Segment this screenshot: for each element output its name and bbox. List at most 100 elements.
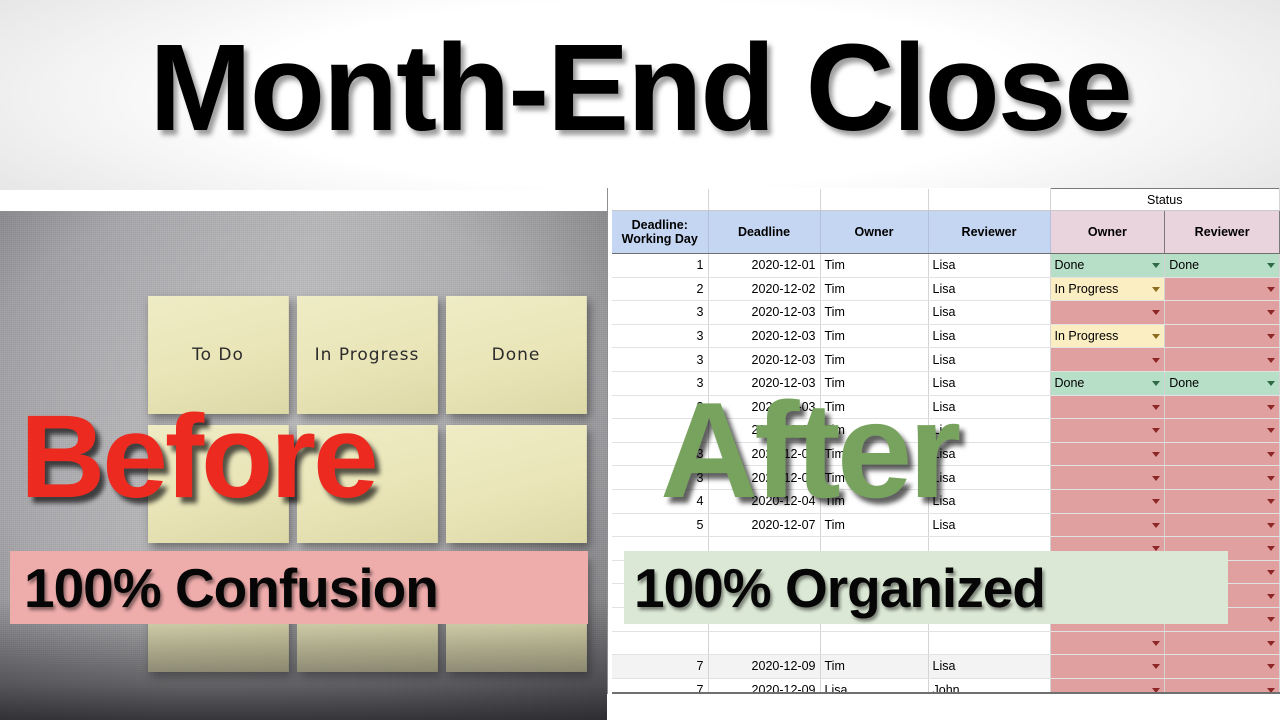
cell-reviewer[interactable]: Lisa — [928, 324, 1051, 349]
cell-working-day[interactable]: 3 — [612, 300, 709, 325]
cell-status-owner[interactable] — [1049, 347, 1166, 372]
cell-reviewer[interactable]: Lisa — [928, 253, 1051, 278]
cell-owner[interactable]: Tim — [820, 253, 929, 278]
table-row[interactable]: 3 2020-12-03 Tim Lisa In Progress — [612, 324, 1280, 349]
cell-status-reviewer[interactable] — [1164, 300, 1280, 325]
table-row[interactable]: 1 2020-12-01 Tim Lisa Done Done — [612, 253, 1280, 278]
chevron-down-icon[interactable] — [1152, 263, 1161, 269]
chevron-down-icon[interactable] — [1152, 664, 1161, 670]
cell-status-reviewer[interactable] — [1164, 631, 1280, 656]
cell-reviewer[interactable]: Lisa — [928, 347, 1051, 372]
chevron-down-icon[interactable] — [1152, 381, 1161, 387]
after-banner: 100% Organized — [624, 551, 1228, 624]
chevron-down-icon[interactable] — [1267, 452, 1275, 458]
cell-status-owner[interactable]: Done — [1049, 253, 1166, 278]
cell-status-owner[interactable] — [1049, 654, 1166, 679]
cell-status-owner[interactable] — [1049, 465, 1166, 490]
chevron-down-icon[interactable] — [1152, 452, 1161, 458]
cell-deadline[interactable]: 2020-12-02 — [708, 277, 821, 302]
table-row[interactable] — [612, 631, 1280, 656]
cell-status-reviewer[interactable] — [1164, 442, 1280, 467]
table-row[interactable]: 7 2020-12-09 Tim Lisa — [612, 654, 1280, 679]
chevron-down-icon[interactable] — [1267, 499, 1275, 505]
cell-deadline[interactable] — [708, 631, 821, 656]
cell-owner[interactable]: Tim — [820, 347, 929, 372]
chevron-down-icon[interactable] — [1152, 428, 1161, 434]
cell-status-reviewer[interactable]: Done — [1164, 253, 1280, 278]
cell-deadline[interactable]: 2020-12-01 — [708, 253, 821, 278]
sheet-bottom-edge — [612, 692, 1280, 694]
cell-deadline[interactable]: 2020-12-03 — [708, 324, 821, 349]
cell-status-owner[interactable]: In Progress — [1049, 277, 1166, 302]
cell-reviewer[interactable] — [928, 631, 1051, 656]
cell-owner[interactable]: Tim — [820, 300, 929, 325]
table-row[interactable]: 3 2020-12-03 Tim Lisa — [612, 347, 1280, 372]
chevron-down-icon[interactable] — [1152, 475, 1161, 481]
chevron-down-icon[interactable] — [1267, 310, 1275, 316]
cell-working-day[interactable]: 3 — [612, 324, 709, 349]
cell-owner[interactable]: Tim — [820, 324, 929, 349]
cell-status-reviewer[interactable] — [1164, 324, 1280, 349]
chevron-down-icon[interactable] — [1267, 475, 1275, 481]
cell-working-day[interactable]: 2 — [612, 277, 709, 302]
cell-status-reviewer[interactable] — [1164, 395, 1280, 420]
cell-working-day[interactable]: 3 — [612, 347, 709, 372]
cell-status-owner[interactable] — [1049, 513, 1166, 538]
spacer-cell-4 — [928, 188, 1051, 211]
cell-deadline[interactable]: 2020-12-03 — [708, 300, 821, 325]
chevron-down-icon[interactable] — [1267, 664, 1275, 670]
chevron-down-icon[interactable] — [1152, 404, 1161, 410]
chevron-down-icon[interactable] — [1267, 640, 1275, 646]
chevron-down-icon[interactable] — [1267, 546, 1275, 552]
chevron-down-icon[interactable] — [1152, 357, 1161, 363]
chevron-down-icon[interactable] — [1267, 381, 1275, 387]
cell-status-reviewer[interactable] — [1164, 277, 1280, 302]
cell-reviewer[interactable]: Lisa — [928, 277, 1051, 302]
cell-owner[interactable]: Tim — [820, 277, 929, 302]
cell-status-reviewer[interactable] — [1164, 418, 1280, 443]
cell-deadline[interactable]: 2020-12-09 — [708, 654, 821, 679]
chevron-down-icon[interactable] — [1267, 286, 1275, 292]
cell-status-reviewer[interactable] — [1164, 347, 1280, 372]
cell-working-day[interactable] — [612, 631, 709, 656]
column-header-reviewer: Reviewer — [928, 210, 1051, 254]
cell-working-day[interactable]: 7 — [612, 654, 709, 679]
chevron-down-icon[interactable] — [1267, 263, 1275, 269]
cell-status-owner[interactable]: Done — [1049, 371, 1166, 396]
cell-working-day[interactable]: 1 — [612, 253, 709, 278]
cell-status-reviewer[interactable]: Done — [1164, 371, 1280, 396]
table-row[interactable]: 3 2020-12-03 Tim Lisa — [612, 300, 1280, 325]
cell-status-owner[interactable] — [1049, 631, 1166, 656]
chevron-down-icon[interactable] — [1152, 499, 1161, 505]
cell-status-reviewer[interactable] — [1164, 465, 1280, 490]
cell-reviewer[interactable]: Lisa — [928, 300, 1051, 325]
chevron-down-icon[interactable] — [1267, 357, 1275, 363]
cell-status-reviewer[interactable] — [1164, 654, 1280, 679]
cell-owner[interactable]: Tim — [820, 654, 929, 679]
chevron-down-icon[interactable] — [1267, 593, 1275, 599]
cell-reviewer[interactable]: Lisa — [928, 654, 1051, 679]
cell-status-owner[interactable] — [1049, 442, 1166, 467]
cell-status-reviewer[interactable] — [1164, 513, 1280, 538]
cell-status-owner[interactable] — [1049, 300, 1166, 325]
chevron-down-icon[interactable] — [1267, 428, 1275, 434]
cell-status-owner[interactable] — [1049, 489, 1166, 514]
cell-owner[interactable] — [820, 631, 929, 656]
chevron-down-icon[interactable] — [1152, 310, 1161, 316]
chevron-down-icon[interactable] — [1152, 286, 1161, 292]
cell-status-owner[interactable] — [1049, 395, 1166, 420]
chevron-down-icon[interactable] — [1152, 640, 1161, 646]
chevron-down-icon[interactable] — [1267, 522, 1275, 528]
chevron-down-icon[interactable] — [1267, 334, 1275, 340]
chevron-down-icon[interactable] — [1267, 617, 1275, 623]
chevron-down-icon[interactable] — [1267, 404, 1275, 410]
chevron-down-icon[interactable] — [1267, 570, 1275, 576]
chevron-down-icon[interactable] — [1152, 334, 1161, 340]
sticky-note-label: Done — [491, 345, 541, 365]
table-row[interactable]: 2 2020-12-02 Tim Lisa In Progress — [612, 277, 1280, 302]
chevron-down-icon[interactable] — [1152, 522, 1161, 528]
cell-status-reviewer[interactable] — [1164, 489, 1280, 514]
cell-status-owner[interactable] — [1049, 418, 1166, 443]
cell-status-owner[interactable]: In Progress — [1049, 324, 1166, 349]
cell-deadline[interactable]: 2020-12-03 — [708, 347, 821, 372]
